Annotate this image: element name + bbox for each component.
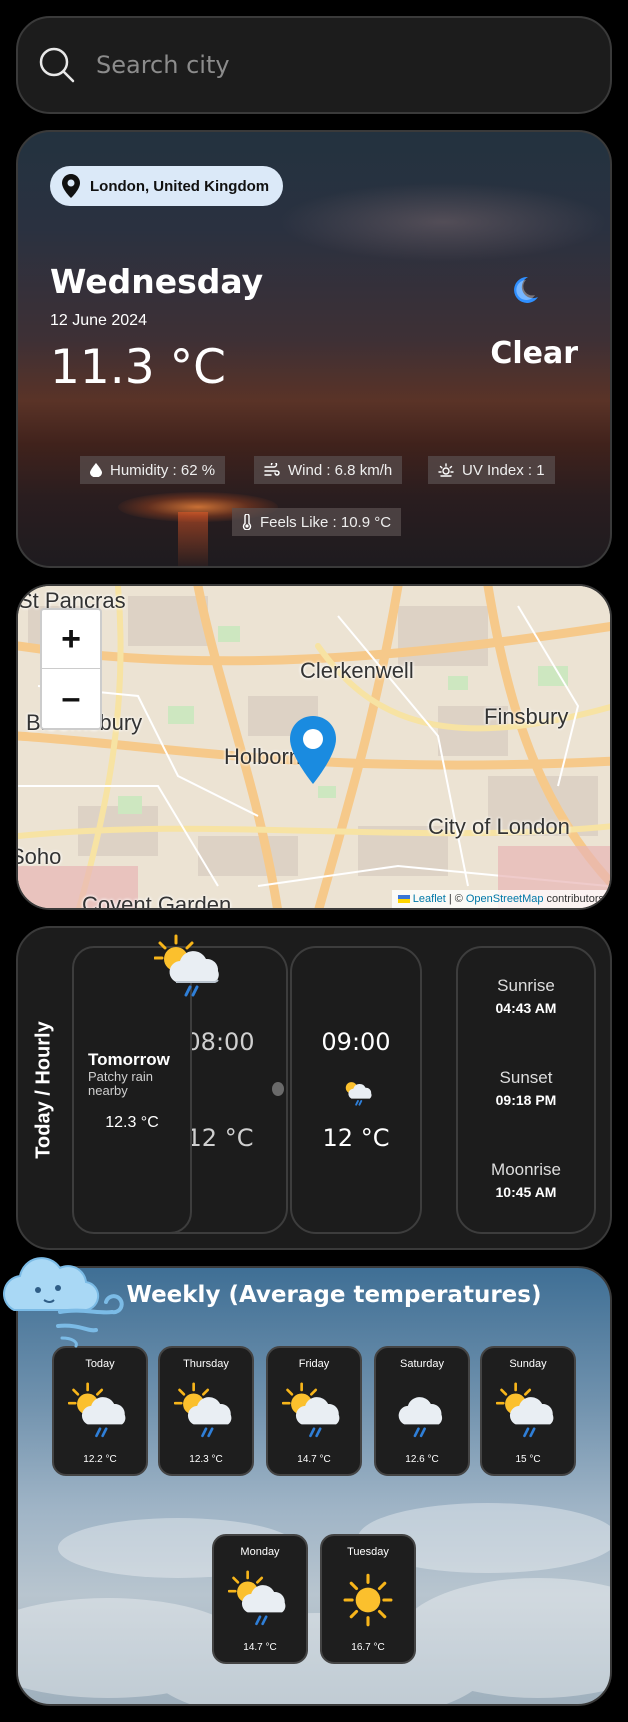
ukraine-flag-icon — [397, 895, 410, 903]
day-card[interactable]: Monday 14.7 °C — [212, 1534, 308, 1664]
sun-cloud-rain-icon — [68, 1382, 126, 1438]
humidity-value: Humidity : 62 % — [110, 461, 216, 479]
current-date: 12 June 2024 — [50, 312, 147, 329]
attribution-separator: | © — [448, 893, 463, 905]
day-name: Today — [85, 1358, 115, 1370]
uv-stat: UV Index : 1 — [428, 456, 555, 484]
sun-outline-icon — [438, 463, 454, 477]
sunrise-time: 04:43 AM — [495, 1000, 557, 1016]
hour-time: 09:00 — [321, 1028, 391, 1056]
thermometer-icon — [242, 514, 252, 530]
wind-cloud-mascot-icon — [3, 1257, 124, 1348]
search-input[interactable] — [96, 51, 536, 79]
day-name: Tuesday — [347, 1546, 389, 1558]
day-temp: 16.7 °C — [351, 1642, 385, 1653]
weather-icon-partial — [272, 1082, 284, 1096]
astronomy-card: Sunrise 04:43 AM Sunset 09:18 PM Moonris… — [456, 946, 596, 1234]
cloud-rain-icon — [398, 1397, 443, 1438]
current-day: Wednesday — [50, 262, 264, 301]
leaflet-link[interactable]: Leaflet — [413, 893, 446, 905]
day-card[interactable]: Friday 14.7 °C — [266, 1346, 362, 1476]
day-name: Friday — [298, 1358, 330, 1370]
sunset-info: Sunset 09:18 PM — [458, 1068, 594, 1108]
day-name: Thursday — [183, 1358, 229, 1370]
uv-value: UV Index : 1 — [462, 461, 545, 479]
day-card[interactable]: Tuesday 16.7 °C — [320, 1534, 416, 1664]
tomorrow-condition: Patchy rain nearby — [88, 1069, 154, 1098]
day-name: Monday — [240, 1546, 280, 1558]
day-temp: 12.3 °C — [189, 1454, 223, 1465]
zoom-in-button[interactable]: + — [42, 610, 100, 669]
wind-value: Wind : 6.8 km/h — [288, 461, 393, 479]
day-card[interactable]: Sunday 15 °C — [480, 1346, 576, 1476]
sun-icon — [343, 1573, 393, 1627]
sun-cloud-rain-icon — [345, 1082, 372, 1106]
sunrise-label: Sunrise — [497, 976, 555, 995]
sun-cloud-rain-icon — [496, 1382, 554, 1438]
moonrise-time: 10:45 AM — [495, 1184, 557, 1200]
search-icon — [39, 47, 75, 83]
map-attribution: Leaflet | © OpenStreetMap contributors — [391, 890, 610, 908]
day-temp: 14.7 °C — [297, 1454, 331, 1465]
day-temp: 14.7 °C — [243, 1642, 277, 1653]
day-temp: 12.6 °C — [405, 1454, 439, 1465]
sun-reflection — [178, 512, 208, 566]
current-condition: Clear — [490, 336, 578, 371]
zoom-control: + – — [40, 608, 102, 730]
location-name: London, United Kingdom — [90, 177, 270, 195]
location-pin-icon — [62, 174, 80, 198]
feels-like-value: Feels Like : 10.9 °C — [260, 513, 392, 531]
hourly-forecast-card: Today / Hourly 08:00 12 °C Tomorrow Patc… — [16, 926, 612, 1250]
day-card[interactable]: Saturday 12.6 °C — [374, 1346, 470, 1476]
map-label-finsbury: Finsbury — [484, 704, 569, 729]
current-weather-card: London, United Kingdom Wednesday 12 June… — [16, 130, 612, 568]
map-label-covent-garden: Covent Garden — [82, 892, 232, 910]
zoom-out-button[interactable]: – — [42, 669, 100, 728]
tomorrow-title: Tomorrow — [88, 1050, 170, 1069]
sun-cloud-rain-icon — [174, 1382, 232, 1438]
sunrise-info: Sunrise 04:43 AM — [458, 976, 594, 1016]
day-card[interactable]: Today 12.2 °C — [52, 1346, 148, 1476]
hour-temp: 12 °C — [322, 1124, 390, 1152]
map-label-clerkenwell: Clerkenwell — [300, 658, 414, 683]
hourly-card[interactable]: 09:00 12 °C — [290, 946, 422, 1234]
openstreetmap-link[interactable]: OpenStreetMap — [466, 893, 544, 905]
moonrise-label: Moonrise — [491, 1160, 561, 1179]
sun-cloud-rain-icon — [228, 1570, 286, 1626]
sky-clouds — [278, 182, 608, 262]
day-temp: 15 °C — [515, 1454, 541, 1465]
day-name: Sunday — [509, 1358, 547, 1370]
droplet-icon — [90, 463, 102, 477]
location-map[interactable]: St Pancras Clerkenwell Finsbury Bloomsbu… — [16, 584, 612, 910]
map-label-city-of-london: City of London — [428, 814, 570, 839]
sun-cloud-rain-icon — [282, 1382, 340, 1438]
moonrise-info: Moonrise 10:45 AM — [458, 1160, 594, 1200]
day-temp: 12.2 °C — [83, 1454, 117, 1465]
feels-like-stat: Feels Like : 10.9 °C — [232, 508, 402, 536]
tomorrow-temp: 12.3 °C — [105, 1114, 159, 1131]
current-temperature: 11.3 °C — [50, 340, 226, 395]
hourly-section-title: Today / Hourly — [32, 1021, 55, 1159]
humidity-stat: Humidity : 62 % — [80, 456, 226, 484]
wind-icon — [264, 463, 280, 476]
map-marker-icon[interactable] — [290, 716, 336, 784]
wind-stat: Wind : 6.8 km/h — [254, 456, 403, 484]
attribution-suffix: contributors — [546, 893, 604, 905]
day-card[interactable]: Thursday 12.3 °C — [158, 1346, 254, 1476]
day-name: Saturday — [399, 1358, 445, 1370]
sun-cloud-rain-icon — [154, 934, 219, 997]
moon-icon — [514, 276, 538, 303]
map-label-soho: Soho — [18, 844, 62, 869]
search-bar[interactable] — [16, 16, 612, 114]
location-badge: London, United Kingdom — [50, 166, 284, 206]
sunset-label: Sunset — [499, 1068, 553, 1087]
sunset-time: 09:18 PM — [495, 1092, 557, 1108]
